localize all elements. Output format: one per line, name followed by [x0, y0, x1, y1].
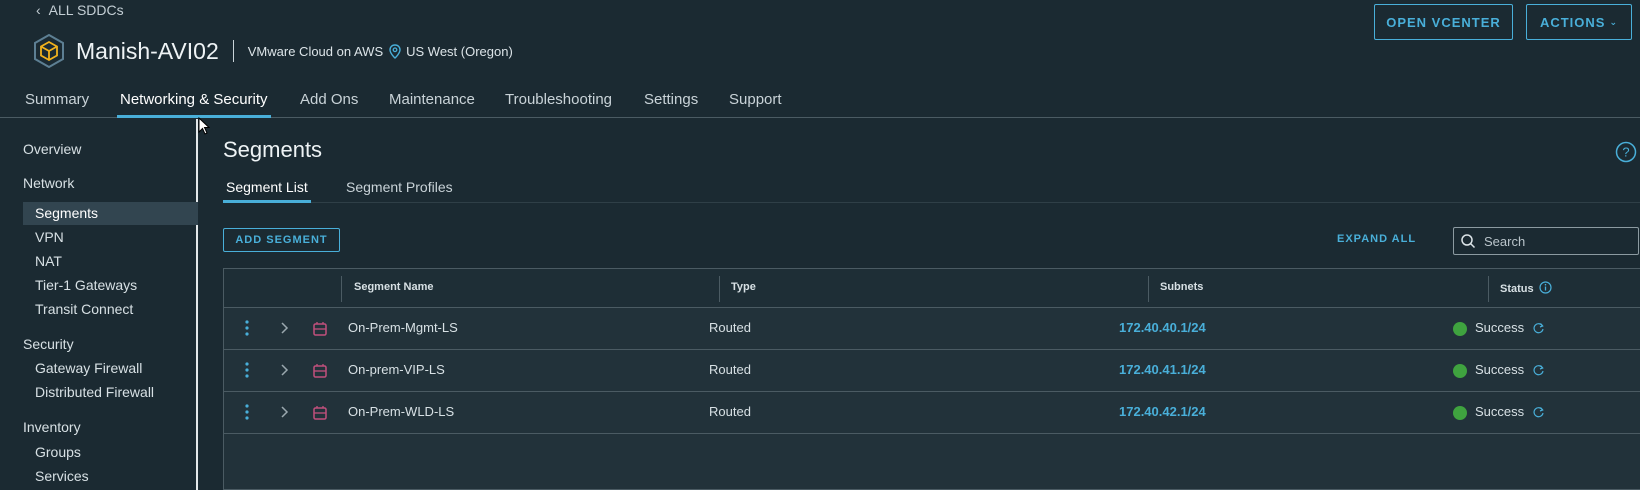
search-icon [1461, 234, 1476, 249]
tab-maintenance[interactable]: Maintenance [389, 91, 475, 108]
sidebar-item-transit-connect[interactable]: Transit Connect [35, 301, 133, 317]
status-success-icon [1453, 364, 1467, 378]
sddc-title-row: Manish-AVI02 VMware Cloud on AWS US West… [32, 32, 513, 70]
segment-type: Routed [709, 404, 751, 419]
tab-add-ons[interactable]: Add Ons [300, 91, 358, 108]
refresh-icon[interactable] [1532, 406, 1545, 419]
mouse-cursor-icon [198, 117, 210, 135]
status-text: Success [1475, 320, 1525, 335]
table-row[interactable]: On-prem-VIP-LS Routed 172.40.41.1/24 Suc… [224, 350, 1640, 392]
sidebar-item-distributed-firewall[interactable]: Distributed Firewall [35, 384, 154, 400]
sidebar-item-groups[interactable]: Groups [35, 444, 81, 460]
main-tabs: Summary Networking & Security Add Ons Ma… [0, 88, 1640, 118]
tab-settings[interactable]: Settings [644, 91, 698, 108]
svg-text:?: ? [1622, 145, 1629, 160]
search-input[interactable] [1484, 233, 1624, 249]
status-text: Success [1475, 362, 1525, 377]
segments-table: Segment Name Type Subnets Status On-Prem… [223, 268, 1640, 490]
status-header-label: Status [1500, 283, 1534, 295]
region-label: US West (Oregon) [406, 43, 513, 59]
all-sddcs-label: ALL SDDCs [48, 2, 124, 18]
add-segment-label: ADD SEGMENT [235, 234, 328, 246]
tab-summary[interactable]: Summary [25, 91, 89, 108]
table-header: Segment Name Type Subnets Status [224, 269, 1640, 308]
sddc-cube-icon [34, 34, 64, 68]
column-header-status[interactable]: Status [1500, 281, 1552, 295]
segment-sub-tabs: Segment List Segment Profiles [223, 174, 1640, 203]
page-title: Segments [223, 137, 323, 162]
segment-name: On-prem-VIP-LS [348, 362, 445, 377]
sidebar-heading-inventory: Inventory [23, 419, 81, 435]
sidebar-item-tier1-gateways[interactable]: Tier-1 Gateways [35, 277, 137, 293]
tab-networking-security[interactable]: Networking & Security [117, 91, 271, 118]
chevron-right-icon[interactable] [279, 321, 289, 335]
sidebar-item-gateway-firewall[interactable]: Gateway Firewall [35, 360, 142, 376]
chevron-right-icon[interactable] [279, 405, 289, 419]
actions-button[interactable]: ACTIONS ⌄ [1526, 4, 1632, 40]
help-icon[interactable]: ? [1615, 141, 1637, 163]
open-vcenter-label: OPEN VCENTER [1386, 14, 1501, 30]
refresh-icon[interactable] [1532, 364, 1545, 377]
tab-troubleshooting[interactable]: Troubleshooting [505, 91, 612, 108]
sidebar: Overview Network Segments VPN NAT Tier-1… [0, 119, 198, 490]
refresh-icon[interactable] [1532, 322, 1545, 335]
segment-name: On-Prem-WLD-LS [348, 404, 455, 419]
segment-subnet-link[interactable]: 172.40.42.1/24 [1119, 404, 1206, 419]
segment-icon [313, 322, 327, 336]
sidebar-item-segments[interactable]: Segments [35, 205, 98, 221]
search-field[interactable] [1453, 227, 1639, 255]
kebab-menu-icon[interactable] [244, 403, 250, 421]
sidebar-item-overview[interactable]: Overview [23, 141, 81, 157]
all-sddcs-link[interactable]: ‹ ALL SDDCs [36, 2, 124, 18]
status-success-icon [1453, 406, 1467, 420]
chevron-left-icon: ‹ [36, 2, 41, 18]
info-icon[interactable] [1539, 281, 1552, 294]
chevron-right-icon[interactable] [279, 363, 289, 377]
actions-label: ACTIONS [1539, 14, 1606, 30]
add-segment-button[interactable]: ADD SEGMENT [223, 228, 340, 252]
sidebar-item-services[interactable]: Services [35, 468, 89, 484]
sidebar-heading-network: Network [23, 175, 75, 191]
segment-subnet-link[interactable]: 172.40.40.1/24 [1119, 320, 1206, 335]
expand-all-link[interactable]: EXPAND ALL [1337, 233, 1416, 245]
kebab-menu-icon[interactable] [244, 319, 250, 337]
column-separator [719, 276, 720, 302]
column-separator [341, 276, 342, 302]
status-success-icon [1453, 322, 1467, 336]
sddc-name: Manish-AVI02 [76, 37, 219, 64]
open-vcenter-button[interactable]: OPEN VCENTER [1374, 4, 1513, 40]
column-separator [1488, 276, 1489, 302]
table-row[interactable]: On-Prem-Mgmt-LS Routed 172.40.40.1/24 Su… [224, 308, 1640, 350]
chevron-down-icon: ⌄ [1609, 16, 1619, 27]
location-pin-icon [389, 43, 401, 59]
kebab-menu-icon[interactable] [244, 361, 250, 379]
column-header-subnets[interactable]: Subnets [1160, 281, 1203, 293]
column-separator [1148, 276, 1149, 302]
tab-segment-profiles[interactable]: Segment Profiles [346, 179, 453, 195]
segment-icon [313, 406, 327, 420]
segment-icon [313, 364, 327, 378]
column-header-segment-name[interactable]: Segment Name [354, 281, 433, 293]
status-text: Success [1475, 404, 1525, 419]
sidebar-item-nat[interactable]: NAT [35, 253, 62, 269]
tab-support[interactable]: Support [729, 91, 782, 108]
cloud-label: VMware Cloud on AWS [247, 43, 384, 59]
segment-type: Routed [709, 362, 751, 377]
sidebar-item-vpn[interactable]: VPN [35, 229, 64, 245]
column-header-type[interactable]: Type [731, 281, 756, 293]
segment-subnet-link[interactable]: 172.40.41.1/24 [1119, 362, 1206, 377]
tab-segment-list[interactable]: Segment List [223, 179, 311, 203]
segment-type: Routed [709, 320, 751, 335]
table-row[interactable]: On-Prem-WLD-LS Routed 172.40.42.1/24 Suc… [224, 392, 1640, 434]
segment-name: On-Prem-Mgmt-LS [348, 320, 458, 335]
title-divider [232, 40, 234, 62]
sidebar-heading-security: Security [23, 336, 74, 352]
